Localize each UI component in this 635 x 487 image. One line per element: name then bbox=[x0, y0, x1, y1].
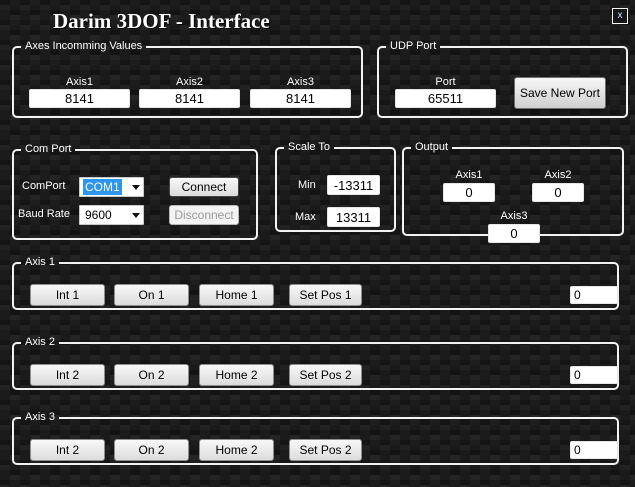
max-label: Max bbox=[295, 211, 316, 223]
disconnect-button[interactable]: Disconnect bbox=[169, 205, 239, 225]
axis2-legend: Axis 2 bbox=[25, 336, 55, 348]
chevron-down-icon bbox=[132, 212, 140, 218]
scale-to-group: Scale To Min Max bbox=[275, 142, 396, 232]
scale-to-legend: Scale To bbox=[288, 141, 330, 153]
comport-label: ComPort bbox=[22, 180, 66, 192]
min-label: Min bbox=[298, 179, 316, 191]
axis1-int-button[interactable]: Int 1 bbox=[30, 284, 105, 306]
axes-incoming-group: Axes Incomming Values Axis1 Axis2 Axis3 bbox=[12, 41, 363, 118]
axis1-set-pos-button[interactable]: Set Pos 1 bbox=[289, 284, 362, 306]
output-axis3-field[interactable] bbox=[488, 224, 540, 243]
comport-selected-value: COM1 bbox=[83, 179, 122, 195]
incoming-axis3-field[interactable] bbox=[250, 89, 351, 108]
axis3-position-field[interactable] bbox=[570, 441, 618, 459]
min-field[interactable] bbox=[327, 175, 380, 195]
output-legend: Output bbox=[415, 141, 449, 153]
port-field[interactable] bbox=[395, 89, 496, 108]
baud-rate-selected-value: 9600 bbox=[85, 208, 112, 222]
comport-select[interactable]: COM1 bbox=[79, 177, 144, 197]
output-axis3-label: Axis3 bbox=[500, 210, 528, 222]
axis1-position-field[interactable] bbox=[570, 286, 618, 304]
save-new-port-button[interactable]: Save New Port bbox=[514, 77, 606, 109]
axis3-home-button[interactable]: Home 2 bbox=[199, 439, 274, 461]
axis3-legend: Axis 3 bbox=[25, 411, 55, 423]
axis2-int-button[interactable]: Int 2 bbox=[30, 364, 105, 386]
com-port-legend: Com Port bbox=[25, 143, 72, 155]
axis2-home-button[interactable]: Home 2 bbox=[199, 364, 274, 386]
output-axis2-field[interactable] bbox=[532, 183, 584, 202]
incoming-axis3-label: Axis3 bbox=[287, 76, 314, 88]
axis2-position-field[interactable] bbox=[570, 366, 618, 384]
incoming-axis1-label: Axis1 bbox=[66, 76, 93, 88]
axis3-on-button[interactable]: On 2 bbox=[114, 439, 189, 461]
udp-port-group: UDP Port Port Save New Port bbox=[377, 41, 628, 118]
incoming-axis2-label: Axis2 bbox=[176, 76, 203, 88]
close-button[interactable]: x bbox=[612, 8, 628, 24]
baud-rate-label: Baud Rate bbox=[18, 208, 70, 220]
max-field[interactable] bbox=[327, 207, 380, 227]
app-window: Darim 3DOF - Interface x Axes Incomming … bbox=[0, 0, 635, 487]
page-title: Darim 3DOF - Interface bbox=[53, 9, 270, 33]
axis3-set-pos-button[interactable]: Set Pos 2 bbox=[289, 439, 362, 461]
chevron-down-icon bbox=[132, 184, 140, 190]
axis2-on-button[interactable]: On 2 bbox=[114, 364, 189, 386]
output-group: Output Axis1 Axis2 Axis3 bbox=[402, 141, 624, 243]
axis1-home-button[interactable]: Home 1 bbox=[199, 284, 274, 306]
axes-incoming-legend: Axes Incomming Values bbox=[25, 40, 143, 52]
output-axis2-label: Axis2 bbox=[544, 169, 572, 181]
output-axis1-label: Axis1 bbox=[455, 169, 483, 181]
udp-port-legend: UDP Port bbox=[390, 40, 437, 52]
output-axis1-field[interactable] bbox=[443, 183, 495, 202]
com-port-group: Com Port ComPort COM1 Connect Baud Rate … bbox=[12, 144, 258, 240]
axis3-group: Axis 3 Int 2 On 2 Home 2 Set Pos 2 bbox=[12, 412, 619, 465]
axis2-group: Axis 2 Int 2 On 2 Home 2 Set Pos 2 bbox=[12, 337, 619, 390]
port-label: Port bbox=[435, 76, 456, 88]
axis1-legend: Axis 1 bbox=[25, 256, 55, 268]
axis1-on-button[interactable]: On 1 bbox=[114, 284, 189, 306]
connect-button[interactable]: Connect bbox=[169, 177, 239, 197]
axis3-int-button[interactable]: Int 2 bbox=[30, 439, 105, 461]
incoming-axis1-field[interactable] bbox=[29, 89, 130, 108]
axis2-set-pos-button[interactable]: Set Pos 2 bbox=[289, 364, 362, 386]
baud-rate-select[interactable]: 9600 bbox=[79, 205, 144, 225]
incoming-axis2-field[interactable] bbox=[139, 89, 240, 108]
axis1-group: Axis 1 Int 1 On 1 Home 1 Set Pos 1 bbox=[12, 257, 619, 310]
